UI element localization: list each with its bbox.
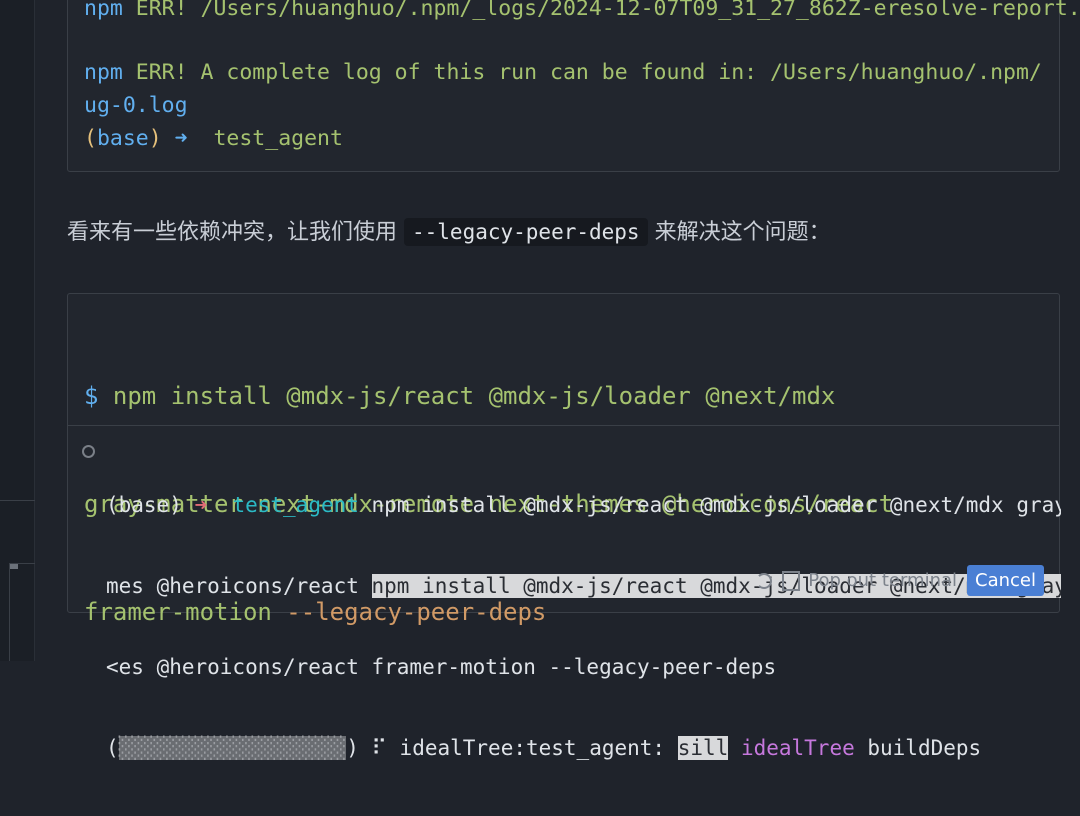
terminal-actions: Pop out terminal Cancel: [756, 565, 1044, 596]
inline-code: --legacy-peer-deps: [404, 218, 648, 246]
external-link-icon: [782, 570, 801, 591]
log-line: npm ERR! /Users/huanghuo/.npm/_logs/2024…: [84, 0, 1080, 21]
scrollbar-thumb[interactable]: [10, 564, 18, 569]
divider: [68, 425, 1059, 426]
log-output-block: npm ERR! /Users/huanghuo/.npm/_logs/2024…: [67, 0, 1080, 172]
loading-spinner-icon: [756, 572, 773, 589]
terminal-output[interactable]: (base) ➜ test_agent npm install @mdx-js/…: [106, 438, 1061, 816]
cancel-button[interactable]: Cancel: [967, 565, 1044, 596]
progress-bar: ░░░░░░░░░░░░░░░░░░: [118, 736, 347, 760]
command-block: $ npm install @mdx-js/react @mdx-js/load…: [67, 293, 1061, 760]
pop-out-terminal-button[interactable]: Pop out terminal: [782, 570, 957, 591]
assistant-message: 看来有一些依赖冲突，让我们使用 --legacy-peer-deps 来解决这个…: [67, 218, 831, 246]
status-circle-icon: [82, 445, 95, 458]
sidebar: [0, 0, 35, 661]
prompt-line: (base) ➜ test_agent: [84, 126, 343, 151]
log-line: npm ERR! A complete log of this run can …: [84, 60, 1042, 85]
log-line: ug-0.log: [84, 93, 188, 118]
